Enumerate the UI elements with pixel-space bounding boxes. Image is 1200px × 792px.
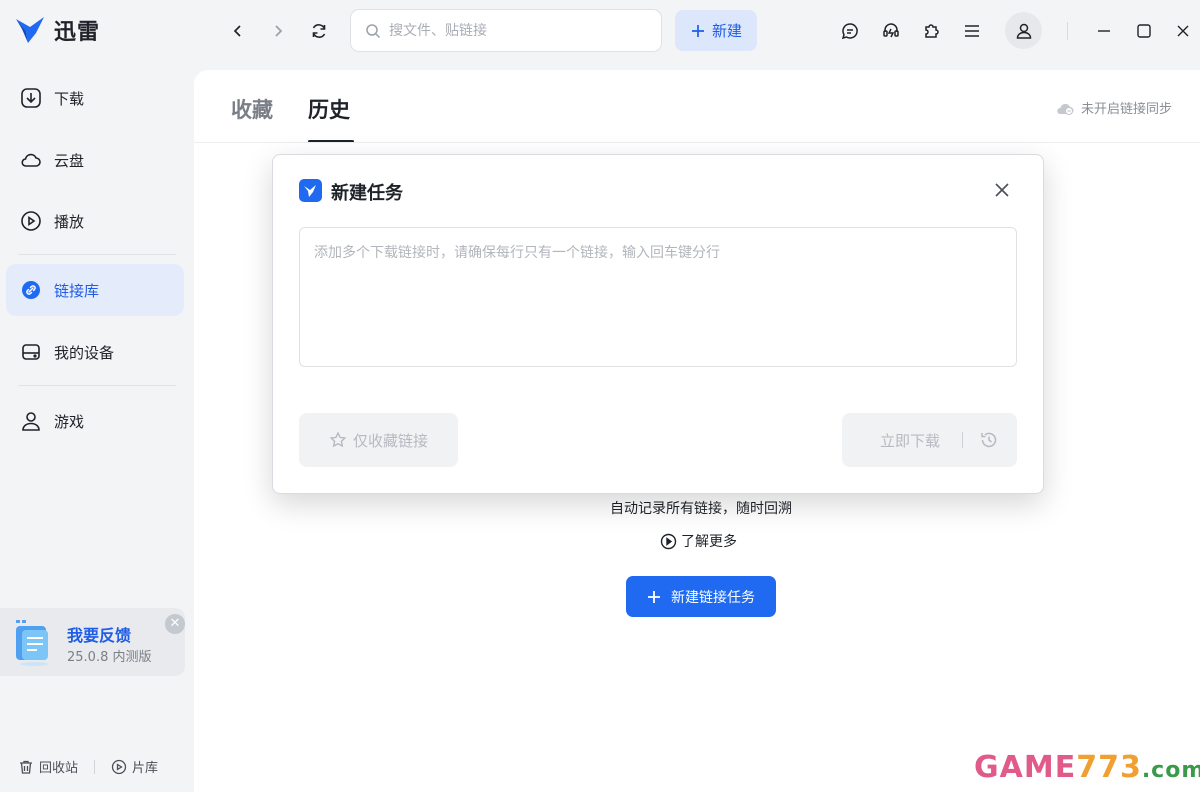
sidebar-bottom-links: 回收站 片库 [18,757,158,776]
download-now-label: 立即下载 [880,432,941,450]
window-controls-divider [1067,22,1068,40]
search-box[interactable] [350,9,662,52]
favorite-only-label: 仅收藏链接 [352,431,428,450]
cloud-icon [21,153,41,167]
recycle-bin-label: 回收站 [39,761,79,776]
watermark-part: 773 [1076,750,1142,785]
sync-status-label: 未开启链接同步 [1080,102,1172,117]
maximize-button[interactable] [1127,14,1161,48]
library-label: 片库 [132,761,159,776]
play-icon [21,211,41,231]
star-icon [329,431,347,448]
chat-bubble-icon [841,23,858,40]
empty-state-description: 自动记录所有链接，随时回溯 [610,501,792,517]
favorite-only-button[interactable]: 仅收藏链接 [299,413,458,467]
app-name: 迅雷 [54,20,101,45]
avatar[interactable] [1005,12,1042,49]
device-icon [22,344,40,360]
support-button[interactable] [874,14,908,48]
close-window-button[interactable] [1166,14,1200,48]
new-task-label: 新建 [711,22,742,40]
history-clock-icon[interactable] [979,430,999,450]
minimize-button[interactable] [1087,14,1121,48]
sidebar-item-link-library[interactable]: 链接库 [6,264,184,316]
feedback-close-icon[interactable]: ✕ [165,614,185,634]
sidebar-item-label: 链接库 [54,281,100,300]
download-now-button[interactable]: 立即下载 [842,413,1017,467]
search-input[interactable] [389,22,639,39]
watermark-part: .com [1141,758,1200,783]
app-logo: 迅雷 [14,12,100,48]
refresh-button[interactable] [302,14,336,48]
maximize-icon [1137,24,1151,38]
feedback-title: 我要反馈 [67,626,132,645]
library-link[interactable]: 片库 [111,757,158,776]
link-input-textarea[interactable] [299,227,1017,367]
learn-more-label: 了解更多 [681,534,737,550]
close-icon [1177,25,1189,37]
sidebar-item-cloud[interactable]: 云盘 [6,134,184,186]
watermark: GAME773.com [974,750,1200,785]
feedback-card[interactable]: 我要反馈 25.0.8 内测版 ✕ [0,608,185,676]
dialog-logo [299,179,322,202]
sidebar-item-label: 游戏 [54,412,85,431]
new-link-task-label: 新建链接任务 [671,589,755,606]
thunder-bird-icon [304,184,316,197]
watermark-part: GAME [974,750,1077,785]
tab-divider [194,142,1200,143]
feedback-document-icon [16,620,48,666]
sidebar-item-play[interactable]: 播放 [6,195,184,247]
user-icon [22,412,40,431]
puzzle-icon [925,24,939,38]
back-button[interactable] [221,14,255,48]
download-button-divider [962,432,963,448]
plugins-button[interactable] [915,14,949,48]
forward-button[interactable] [261,14,295,48]
sidebar-item-my-devices[interactable]: 我的设备 [6,326,184,378]
dialog-close-icon[interactable] [991,179,1013,201]
dialog-title: 新建任务 [331,183,403,204]
link-icon [22,281,40,299]
plus-icon [691,24,704,37]
new-task-dialog: 新建任务 仅收藏链接 立即下载 [272,154,1044,494]
play-circle-icon [660,533,677,549]
trash-icon [20,760,32,774]
sidebar-divider [18,385,176,386]
minimize-icon [1098,30,1110,32]
download-icon [21,88,41,108]
plus-icon [648,590,660,603]
library-icon [111,759,127,774]
cloud-sync-icon [1057,103,1074,115]
sidebar-item-label: 云盘 [54,151,85,170]
tab-favorites[interactable]: 收藏 [231,94,273,124]
tab-history[interactable]: 历史 [308,94,350,124]
chevron-left-icon [233,25,241,37]
chevron-right-icon [275,25,283,37]
sidebar-item-label: 我的设备 [54,343,115,362]
messages-button[interactable] [833,14,867,48]
user-avatar-icon [1016,23,1031,39]
menu-button[interactable] [955,14,989,48]
headset-icon [883,23,899,38]
refresh-icon [312,24,326,38]
thunder-bird-icon [16,17,44,43]
sidebar-item-label: 下载 [54,89,85,108]
recycle-bin-link[interactable]: 回收站 [18,757,78,776]
sidebar-item-games[interactable]: 游戏 [6,395,184,447]
bottom-divider [94,759,96,774]
sidebar-item-download[interactable]: 下载 [6,72,184,124]
link-sync-status[interactable]: 未开启链接同步 [1055,98,1172,117]
learn-more-link[interactable]: 了解更多 [660,531,737,551]
sidebar-divider [18,254,176,255]
search-icon [366,23,381,38]
feedback-version: 25.0.8 内测版 [67,650,152,665]
new-link-task-button[interactable]: 新建链接任务 [626,576,776,617]
new-task-button[interactable]: 新建 [675,10,757,51]
hamburger-menu-icon [965,25,979,37]
sidebar-item-label: 播放 [54,212,85,231]
